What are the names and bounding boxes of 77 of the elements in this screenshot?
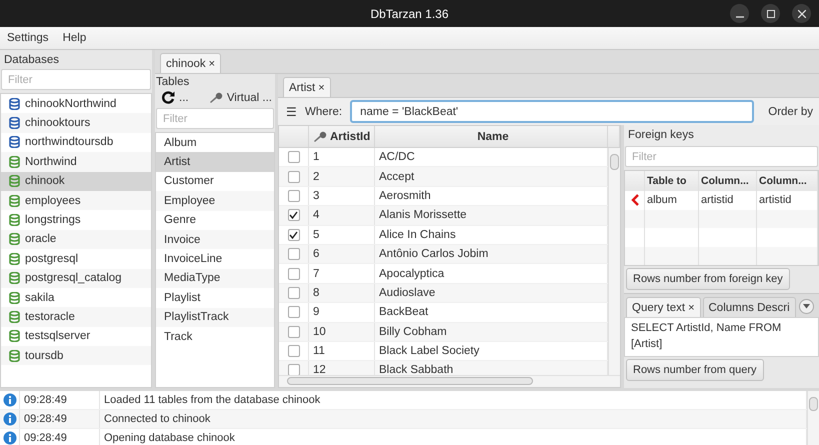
panel-title: Foreign keys	[624, 125, 819, 146]
log-time: 09:28:49	[20, 410, 100, 428]
dropdown-icon[interactable]	[798, 299, 814, 314]
table-cell: 9	[309, 303, 375, 322]
row-checkbox[interactable]	[288, 286, 300, 299]
key-icon	[313, 130, 327, 142]
database-item[interactable]: postgresql_catalog	[1, 268, 151, 288]
row-checkbox[interactable]	[288, 170, 300, 183]
table-item[interactable]: Employee	[156, 191, 274, 211]
table-cell: 7	[309, 264, 375, 283]
database-item[interactable]: Northwind	[1, 152, 151, 172]
info-tab[interactable]: Query text ×	[626, 297, 700, 317]
row-checkbox[interactable]	[288, 306, 300, 318]
database-item[interactable]: chinooktours	[1, 113, 151, 133]
row-checkbox[interactable]	[288, 326, 300, 338]
table-cell: 11	[309, 342, 375, 360]
filter-field[interactable]: Filter	[1, 69, 151, 90]
panel-title: Tables	[155, 75, 190, 88]
minimize-icon	[736, 16, 744, 18]
maximize-button[interactable]	[761, 4, 780, 23]
refresh-icon	[162, 91, 175, 104]
row-checkbox[interactable]	[288, 228, 300, 241]
table-cell: 8	[309, 284, 375, 302]
table-cell: 6	[309, 244, 375, 264]
query-rows-button[interactable]: Rows number from query	[626, 359, 764, 381]
table-tab[interactable]: Artist ×	[283, 77, 331, 97]
table-item[interactable]: Invoice	[156, 230, 274, 250]
row-checkbox[interactable]	[288, 268, 300, 280]
table-cell: 2	[309, 167, 375, 186]
refresh-button[interactable]: ...	[161, 90, 190, 105]
foreign-key-rows-button[interactable]: Rows number from foreign key	[626, 268, 790, 290]
close-button[interactable]	[792, 4, 811, 23]
column-header[interactable]: Name	[375, 126, 608, 147]
table-item[interactable]: MediaType	[156, 268, 274, 288]
table-cell: 5	[309, 226, 375, 244]
menu-icon[interactable]: ☰	[286, 104, 297, 118]
horizontal-scrollbar[interactable]	[279, 375, 620, 387]
row-checkbox[interactable]	[288, 345, 300, 358]
window-title: DbTarzan 1.36	[370, 6, 449, 20]
key-icon	[208, 92, 223, 104]
arrow-left-icon	[630, 194, 638, 206]
panel-title: Databases	[3, 53, 60, 68]
log-time: 09:28:49	[20, 391, 100, 409]
filter-field[interactable]: Filter	[625, 146, 818, 167]
info-tab[interactable]: Columns Descri	[702, 297, 796, 317]
query-text: SELECT ArtistId, Name FROM [Artist]	[624, 317, 819, 357]
column-header[interactable]: ArtistId	[309, 126, 375, 147]
log-time: 09:28:49	[20, 429, 100, 445]
row-checkbox[interactable]	[288, 248, 300, 260]
virtual-key-button[interactable]: Virtual ...	[208, 90, 273, 104]
order-by-button[interactable]: Order by	[762, 106, 819, 118]
database-item[interactable]: employees	[1, 190, 151, 210]
table-item[interactable]: Artist	[156, 152, 274, 172]
row-checkbox[interactable]	[288, 364, 300, 375]
minimize-button[interactable]	[730, 4, 749, 23]
vertical-scrollbar[interactable]	[807, 391, 819, 445]
filter-field[interactable]: Filter	[156, 108, 274, 129]
maximize-icon	[766, 10, 774, 18]
row-checkbox[interactable]	[288, 190, 300, 202]
database-tab[interactable]: chinook ×	[160, 53, 222, 73]
database-item[interactable]: toursdb	[1, 346, 151, 366]
table-cell: 1	[309, 148, 375, 166]
menu-item[interactable]: Settings	[7, 32, 49, 44]
database-item[interactable]: oracle	[1, 230, 151, 250]
table-cell: 3	[309, 186, 375, 206]
database-item[interactable]: chinook	[1, 172, 151, 191]
where-label: Where:	[305, 106, 342, 118]
close-icon	[798, 10, 806, 18]
menu-item[interactable]: Help	[62, 32, 86, 44]
row-checkbox[interactable]	[288, 151, 300, 164]
table-cell: 10	[309, 322, 375, 341]
table-cell: 4	[309, 206, 375, 225]
database-item[interactable]: testoracle	[1, 307, 151, 327]
table-item[interactable]: PlaylistTrack	[156, 308, 274, 327]
row-checkbox[interactable]	[288, 209, 300, 222]
vertical-scrollbar[interactable]	[608, 148, 620, 375]
where-field[interactable]: name = 'BlackBeat'	[350, 100, 754, 123]
